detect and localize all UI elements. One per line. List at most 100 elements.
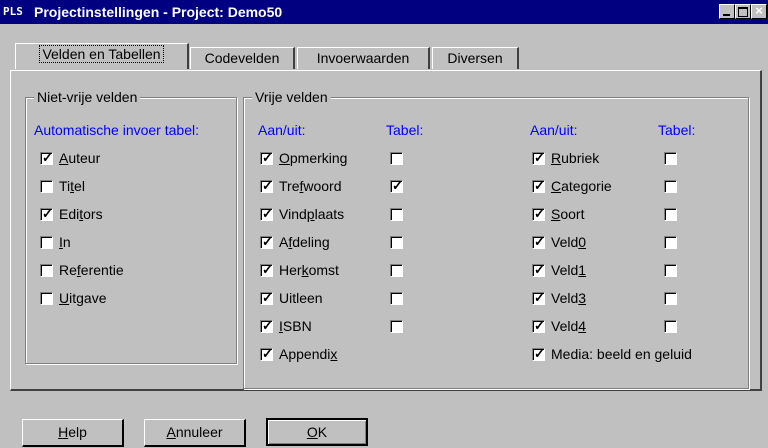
checkmark-icon: ✓ bbox=[262, 290, 273, 305]
field-label: Rubriek bbox=[551, 150, 600, 166]
tabel-checkbox-categorie[interactable]: ✓ bbox=[664, 180, 677, 193]
tabel-header-2: Tabel: bbox=[658, 122, 696, 138]
close-icon: × bbox=[755, 3, 763, 18]
tab-codevelden[interactable]: Codevelden bbox=[190, 47, 295, 69]
tabel-checkbox-isbn[interactable]: ✓ bbox=[390, 320, 403, 333]
checkmark-icon: ✓ bbox=[534, 346, 545, 361]
field-label: Opmerking bbox=[279, 150, 348, 166]
tabel-checkbox-herkomst[interactable]: ✓ bbox=[390, 264, 403, 277]
field-label: Veld3 bbox=[551, 290, 587, 306]
checkbox-label: In bbox=[59, 234, 71, 250]
aanuit-checkbox-herkomst[interactable]: ✓ bbox=[260, 262, 273, 277]
tabel-checkbox-uitleen[interactable]: ✓ bbox=[390, 292, 403, 305]
tab-panel: Niet-vrije velden Automatische invoer ta… bbox=[10, 70, 762, 391]
checkmark-icon: ✓ bbox=[262, 234, 273, 249]
ok-button[interactable]: OK bbox=[266, 418, 368, 446]
ok-label: OK bbox=[306, 424, 328, 440]
checkmark-icon: ✓ bbox=[42, 206, 53, 221]
checkmark-icon: ✓ bbox=[42, 150, 53, 165]
checkbox-referentie[interactable]: ✓ bbox=[40, 264, 53, 277]
checkmark-icon: ✓ bbox=[262, 318, 273, 333]
aanuit-checkbox-opmerking[interactable]: ✓ bbox=[260, 150, 273, 165]
field-label: Veld1 bbox=[551, 262, 587, 278]
field-label: Media: beeld en geluid bbox=[551, 346, 692, 362]
checkbox-titel[interactable]: ✓ bbox=[40, 180, 53, 193]
group-vrije-velden: Vrije velden Aan/uit: Tabel: Aan/uit: Ta… bbox=[243, 89, 749, 389]
close-button[interactable]: × bbox=[751, 3, 767, 19]
aanuit-checkbox-soort[interactable]: ✓ bbox=[532, 206, 545, 221]
checkmark-icon: ✓ bbox=[534, 318, 545, 333]
checkmark-icon: ✓ bbox=[262, 178, 273, 193]
maximize-button[interactable] bbox=[735, 4, 751, 19]
tab-diversen[interactable]: Diversen bbox=[432, 47, 519, 69]
annuleer-label: Annuleer bbox=[166, 424, 223, 440]
tabel-checkbox-soort[interactable]: ✓ bbox=[664, 208, 677, 221]
maximize-icon bbox=[738, 7, 748, 17]
tab-invoerwaarden[interactable]: Invoerwaarden bbox=[297, 47, 430, 69]
group-legend: Vrije velden bbox=[252, 89, 331, 105]
tabel-checkbox-veld0[interactable]: ✓ bbox=[664, 236, 677, 249]
checkbox-label: Auteur bbox=[59, 150, 101, 166]
field-label: ISBN bbox=[279, 318, 312, 334]
help-label: Help bbox=[58, 424, 87, 440]
checkmark-icon: ✓ bbox=[262, 262, 273, 277]
checkmark-icon: ✓ bbox=[534, 290, 545, 305]
aanuit-checkbox-isbn[interactable]: ✓ bbox=[260, 318, 273, 333]
checkmark-icon: ✓ bbox=[534, 178, 545, 193]
tabel-checkbox-veld4[interactable]: ✓ bbox=[664, 320, 677, 333]
app-icon: PLS bbox=[3, 5, 23, 18]
checkbox-auteur[interactable]: ✓ bbox=[40, 150, 53, 165]
aanuit-header-1: Aan/uit: bbox=[258, 122, 306, 138]
aanuit-header-2: Aan/uit: bbox=[530, 122, 578, 138]
tabel-checkbox-rubriek[interactable]: ✓ bbox=[664, 152, 677, 165]
aanuit-checkbox-veld4[interactable]: ✓ bbox=[532, 318, 545, 333]
aanuit-checkbox-trefwoord[interactable]: ✓ bbox=[260, 178, 273, 193]
checkmark-icon: ✓ bbox=[534, 234, 545, 249]
aanuit-checkbox-vindplaats[interactable]: ✓ bbox=[260, 206, 273, 221]
tab-label: Velden en Tabellen bbox=[39, 45, 164, 63]
tabel-checkbox-opmerking[interactable]: ✓ bbox=[390, 152, 403, 165]
tabel-checkbox-vindplaats[interactable]: ✓ bbox=[390, 208, 403, 221]
aanuit-checkbox-veld3[interactable]: ✓ bbox=[532, 290, 545, 305]
annuleer-button[interactable]: Annuleer bbox=[144, 419, 246, 447]
aanuit-checkbox-afdeling[interactable]: ✓ bbox=[260, 234, 273, 249]
checkmark-icon: ✓ bbox=[392, 178, 403, 193]
tab-label: Invoerwaarden bbox=[316, 50, 410, 66]
field-label: Appendix bbox=[279, 346, 338, 362]
tabel-checkbox-veld3[interactable]: ✓ bbox=[664, 292, 677, 305]
aanuit-checkbox-categorie[interactable]: ✓ bbox=[532, 178, 545, 193]
aanuit-checkbox-veld1[interactable]: ✓ bbox=[532, 262, 545, 277]
checkbox-label: Uitgave bbox=[59, 290, 107, 306]
checkmark-icon: ✓ bbox=[262, 150, 273, 165]
tab-velden-en-tabellen[interactable]: Velden en Tabellen bbox=[15, 43, 189, 69]
window-title: Projectinstellingen - Project: Demo50 bbox=[34, 4, 283, 20]
checkbox-label: Editors bbox=[59, 206, 103, 222]
checkbox-in[interactable]: ✓ bbox=[40, 236, 53, 249]
tabel-checkbox-veld1[interactable]: ✓ bbox=[664, 264, 677, 277]
aanuit-checkbox-veld0[interactable]: ✓ bbox=[532, 234, 545, 249]
checkbox-editors[interactable]: ✓ bbox=[40, 206, 53, 221]
field-label: Categorie bbox=[551, 178, 612, 194]
tabel-checkbox-afdeling[interactable]: ✓ bbox=[390, 236, 403, 249]
field-label: Herkomst bbox=[279, 262, 339, 278]
field-label: Soort bbox=[551, 206, 585, 222]
tab-label: Diversen bbox=[447, 50, 503, 66]
field-label: Vindplaats bbox=[279, 206, 345, 222]
checkbox-label: Titel bbox=[59, 178, 85, 194]
field-label: Veld0 bbox=[551, 234, 587, 250]
aanuit-checkbox-media-beeld-en-geluid[interactable]: ✓ bbox=[532, 346, 545, 361]
checkmark-icon: ✓ bbox=[534, 262, 545, 277]
aanuit-checkbox-appendix[interactable]: ✓ bbox=[260, 346, 273, 361]
help-button[interactable]: Help bbox=[22, 419, 124, 447]
aanuit-checkbox-rubriek[interactable]: ✓ bbox=[532, 150, 545, 165]
minimize-button[interactable] bbox=[719, 4, 735, 19]
minimize-icon bbox=[723, 14, 730, 16]
checkmark-icon: ✓ bbox=[262, 346, 273, 361]
checkmark-icon: ✓ bbox=[262, 206, 273, 221]
tabel-checkbox-trefwoord[interactable]: ✓ bbox=[390, 178, 403, 193]
automatische-invoer-header: Automatische invoer tabel: bbox=[34, 122, 199, 138]
aanuit-checkbox-uitleen[interactable]: ✓ bbox=[260, 290, 273, 305]
title-bar[interactable]: PLS Projectinstellingen - Project: Demo5… bbox=[0, 0, 768, 24]
field-label: Veld4 bbox=[551, 318, 587, 334]
checkbox-uitgave[interactable]: ✓ bbox=[40, 292, 53, 305]
